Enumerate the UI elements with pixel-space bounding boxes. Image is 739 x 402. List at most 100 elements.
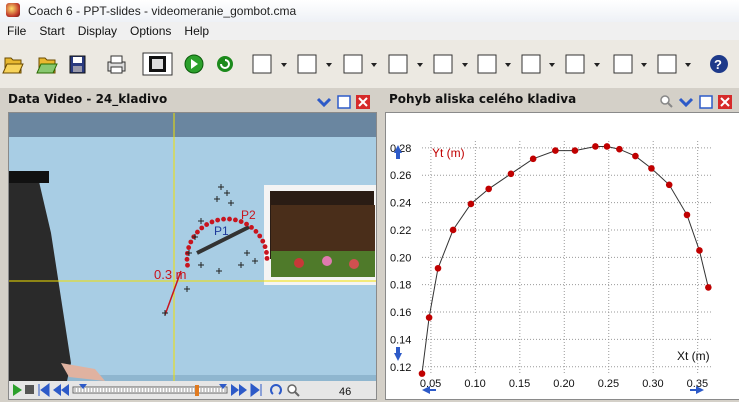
data-point[interactable] <box>592 143 599 150</box>
print-icon[interactable] <box>107 55 126 74</box>
data-point[interactable] <box>696 247 703 254</box>
chart-grid <box>422 141 711 375</box>
x-tick-label: 0.25 <box>598 378 619 390</box>
y-tick-label: 0.24 <box>390 198 411 210</box>
video-canvas[interactable]: 0.3 m P1 P2 <box>9 113 376 399</box>
skip-end-icon[interactable] <box>250 383 262 397</box>
track-point <box>264 255 270 261</box>
maximize-icon[interactable] <box>699 95 713 109</box>
graph-panel-title: Pohyb aliska celého kladiva <box>389 92 577 106</box>
data-point[interactable] <box>418 370 426 377</box>
play-icon[interactable] <box>13 384 22 396</box>
data-point[interactable] <box>603 143 611 150</box>
y-axis-label: Yt (m) <box>432 146 465 160</box>
track-point <box>195 229 200 235</box>
loop-icon[interactable] <box>270 384 282 395</box>
series-points <box>418 143 712 377</box>
film-video-icon[interactable] <box>142 52 173 76</box>
video-frame[interactable]: 0.3 m P1 P2 46 <box>8 112 377 400</box>
y-tick-label: 0.16 <box>390 307 411 319</box>
track-point <box>227 216 232 222</box>
menu-start[interactable]: Start <box>32 22 70 38</box>
x-tick-label: 0.05 <box>420 378 441 390</box>
data-point[interactable] <box>485 185 492 193</box>
menu-file[interactable]: File <box>0 22 32 38</box>
frame-number: 46 <box>339 386 351 398</box>
data-point[interactable] <box>665 181 673 189</box>
data-point[interactable] <box>705 284 712 291</box>
data-point[interactable] <box>434 264 442 272</box>
window-title: Coach 6 - PPT-slides - videomeranie_gomb… <box>28 4 297 18</box>
data-point[interactable] <box>632 152 639 160</box>
open-file-icon[interactable] <box>36 57 58 74</box>
track-point <box>257 233 263 239</box>
toolbar-icons: ? <box>2 52 728 76</box>
step-forward-icon[interactable] <box>231 384 247 396</box>
data-point[interactable] <box>616 145 623 153</box>
trajectory-chart[interactable]: 0.28 0.26 0.24 0.22 0.20 0.18 0.16 0.14 0.12 0.0… <box>386 113 739 399</box>
data-point[interactable] <box>648 165 655 172</box>
track-point <box>262 244 268 250</box>
y-tick-label: 0.22 <box>390 225 411 237</box>
menu-bar: File Start Display Options Help <box>0 22 739 40</box>
x-tick-label: 0.30 <box>642 378 663 390</box>
track-point <box>253 228 259 234</box>
data-point[interactable] <box>449 226 457 234</box>
slider-current-marker[interactable] <box>195 385 199 396</box>
y-tick-labels: 0.28 0.26 0.24 0.22 0.20 0.18 0.16 0.14 0.12 <box>390 143 411 374</box>
zoom-icon[interactable] <box>660 95 670 105</box>
help-icon[interactable]: ? <box>710 55 728 73</box>
data-point[interactable] <box>529 155 537 163</box>
track-point <box>188 239 194 245</box>
data-point[interactable] <box>425 314 433 321</box>
open-folder-icon[interactable] <box>2 57 24 74</box>
collapse-icon[interactable] <box>316 97 332 108</box>
step-back-icon[interactable] <box>53 384 69 396</box>
point-p2-label: P2 <box>241 208 256 222</box>
data-point[interactable] <box>683 211 691 219</box>
data-point[interactable] <box>571 147 579 154</box>
track-point <box>209 219 215 225</box>
x-tick-label: 0.10 <box>464 378 485 390</box>
track-point <box>186 245 192 250</box>
data-point[interactable] <box>552 147 559 154</box>
scale-label: 0.3 m <box>154 267 187 282</box>
track-point <box>185 262 190 268</box>
window-titlebar: Coach 6 - PPT-slides - videomeranie_gomb… <box>0 0 739 23</box>
y-tick-label: 0.26 <box>390 170 411 182</box>
menu-options[interactable]: Options <box>123 22 177 38</box>
save-disk-icon[interactable] <box>69 55 86 74</box>
play-green-icon[interactable] <box>184 54 204 74</box>
x-tick-labels: 0.05 0.10 0.15 0.20 0.25 0.30 0.35 <box>420 378 708 390</box>
menu-display[interactable]: Display <box>71 22 123 38</box>
x-axis-label: Xt (m) <box>677 349 710 363</box>
collapse-icon[interactable] <box>678 97 694 108</box>
video-panel-controls <box>316 95 370 109</box>
track-point <box>238 219 244 224</box>
y-axis-down-arrow[interactable] <box>394 347 402 361</box>
menu-help[interactable]: Help <box>177 22 215 38</box>
x-tick-label: 0.20 <box>553 378 574 390</box>
track-point <box>249 224 254 230</box>
x-tick-label: 0.15 <box>509 378 530 390</box>
stop-icon[interactable] <box>25 385 34 394</box>
track-point <box>233 217 238 223</box>
graph-frame: 0.28 0.26 0.24 0.22 0.20 0.18 0.16 0.14 0.12 0.0… <box>385 112 739 400</box>
reset-icon[interactable] <box>217 56 233 72</box>
graph-panel-controls <box>660 95 732 109</box>
y-tick-label: 0.14 <box>390 334 411 346</box>
track-point <box>199 225 205 231</box>
track-point <box>184 256 190 262</box>
data-point[interactable] <box>467 200 475 208</box>
maximize-icon[interactable] <box>337 95 351 109</box>
video-panel-title: Data Video - 24_kladivo <box>8 92 168 106</box>
track-point <box>204 222 210 227</box>
coach-app-icon <box>6 3 20 17</box>
y-tick-label: 0.18 <box>390 280 411 292</box>
svg-text:?: ? <box>714 57 722 72</box>
data-point[interactable] <box>507 170 515 178</box>
y-tick-label: 0.12 <box>390 362 411 374</box>
track-point <box>221 216 226 222</box>
zoom-icon[interactable] <box>287 384 297 394</box>
skip-start-icon[interactable] <box>38 383 50 397</box>
